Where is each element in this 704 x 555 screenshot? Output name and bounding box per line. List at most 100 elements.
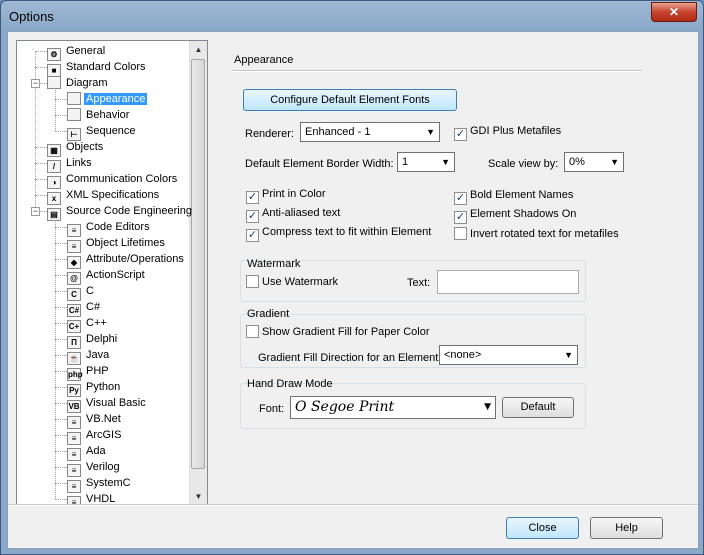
tree-item-label: Source Code Engineering xyxy=(66,205,192,217)
renderer-value: Enhanced - 1 xyxy=(305,126,371,138)
checkbox-label: Element Shadows On xyxy=(470,208,577,220)
tree-item-label: Object Lifetimes xyxy=(86,237,165,249)
tree-item-visual-basic[interactable]: VB Visual Basic xyxy=(67,395,148,413)
diagram-collapse-toggle[interactable]: − xyxy=(31,79,40,88)
tree-item-label: ArcGIS xyxy=(86,429,122,441)
tree-item-label: VB.Net xyxy=(86,413,121,425)
close-button[interactable]: Close xyxy=(506,517,579,539)
options-tree[interactable]: ▲ ▼ ⚙ General ■ Standard Colors Diagram Appea… xyxy=(16,40,208,506)
tree-item-label: SystemC xyxy=(86,477,131,489)
print-in-color-checkbox[interactable]: ✓ Print in Color xyxy=(246,187,326,204)
configure-fonts-button[interactable]: Configure Default Element Fonts xyxy=(243,89,457,111)
panel-title-divider xyxy=(232,70,642,72)
checkbox-box: ✓ xyxy=(246,229,259,242)
checkbox-box: ✓ xyxy=(454,211,467,224)
border-width-select[interactable]: 1 ▼ xyxy=(397,152,455,172)
title-bar[interactable]: Options ✕ xyxy=(1,1,703,31)
tree-item-verilog[interactable]: ≡ Verilog xyxy=(67,459,122,477)
tree-item-c-[interactable]: C# C# xyxy=(67,299,102,317)
checkbox-box xyxy=(246,275,259,288)
gradient-group-title: Gradient xyxy=(247,308,290,320)
close-icon: ✕ xyxy=(668,5,680,19)
checkbox-label: Show Gradient Fill for Paper Color xyxy=(262,326,430,338)
tree-item-delphi[interactable]: Π Delphi xyxy=(67,331,119,349)
tree-item-behavior[interactable]: Behavior xyxy=(67,107,131,123)
panel-title: Appearance xyxy=(234,54,294,66)
tree-scrollbar[interactable]: ▲ ▼ xyxy=(189,41,207,505)
hand-draw-font-select[interactable]: O Segoe Print ▼ xyxy=(290,396,496,419)
window-close-button[interactable]: ✕ xyxy=(651,2,697,22)
renderer-select[interactable]: Enhanced - 1 ▼ xyxy=(300,122,440,142)
tree-branch-line xyxy=(35,195,47,196)
source-code-icon: ▤ xyxy=(47,208,61,221)
watermark-text-input[interactable] xyxy=(437,270,579,294)
tree-item-label: Verilog xyxy=(86,461,120,473)
tree-item-attribute-operations[interactable]: ◆ Attribute/Operations xyxy=(67,251,186,269)
tree-item-vb-net[interactable]: ≡ VB.Net xyxy=(67,411,123,429)
gradient-direction-select[interactable]: <none> ▼ xyxy=(439,345,578,365)
tree-item-links[interactable]: / Links xyxy=(47,155,94,173)
window-title: Options xyxy=(9,9,54,24)
tree-item-c-[interactable]: C+ C++ xyxy=(67,315,109,333)
bold-names-checkbox[interactable]: ✓ Bold Element Names xyxy=(454,188,573,205)
diagram-icon xyxy=(47,76,61,89)
checkbox-box xyxy=(246,325,259,338)
scale-view-value: 0% xyxy=(569,156,585,168)
tree-item-sequence[interactable]: ⊢ Sequence xyxy=(67,123,138,141)
invert-rotated-checkbox[interactable]: Invert rotated text for metafiles xyxy=(454,227,619,243)
scale-view-label: Scale view by: xyxy=(488,158,559,170)
tree-item-label: Visual Basic xyxy=(86,397,146,409)
tree-item-php[interactable]: php PHP xyxy=(67,363,111,381)
checkbox-label: Use Watermark xyxy=(262,276,338,288)
scroll-down-arrow[interactable]: ▼ xyxy=(190,488,207,505)
tree-item-standard-colors[interactable]: ■ Standard Colors xyxy=(47,59,148,77)
anti-aliased-checkbox[interactable]: ✓ Anti-aliased text xyxy=(246,206,341,223)
tree-item-source-code-engineering[interactable]: ▤ Source Code Engineering xyxy=(47,203,194,221)
tree-item-label: Appearance xyxy=(84,93,148,105)
checkbox-label: Anti-aliased text xyxy=(262,207,341,219)
appearance-icon xyxy=(67,92,81,105)
tree-item-c[interactable]: CC xyxy=(67,283,96,301)
tree-item-label: C# xyxy=(86,301,101,313)
tree-item-xml-specifications[interactable]: x XML Specifications xyxy=(47,187,161,205)
hand-draw-default-button[interactable]: Default xyxy=(502,397,574,418)
tree-item-java[interactable]: ☕ Java xyxy=(67,347,111,365)
tree-item-general[interactable]: ⚙ General xyxy=(47,43,107,61)
hand-draw-font-value: Segoe Print xyxy=(310,399,395,415)
tree-item-label: Attribute/Operations xyxy=(86,253,184,265)
help-button[interactable]: Help xyxy=(590,517,663,539)
tree-item-ada[interactable]: ≡ Ada xyxy=(67,443,108,461)
tree-item-diagram[interactable]: Diagram xyxy=(47,75,110,91)
element-shadows-checkbox[interactable]: ✓ Element Shadows On xyxy=(454,207,577,224)
tree-item-label: Links xyxy=(66,157,92,169)
scroll-up-arrow[interactable]: ▲ xyxy=(190,41,207,58)
tree-item-systemc[interactable]: ≡ SystemC xyxy=(67,475,133,493)
tree-item-actionscript[interactable]: @ ActionScript xyxy=(67,267,147,285)
tree-item-label: C++ xyxy=(86,317,107,329)
tree-item-communication-colors[interactable]: ◑ Communication Colors xyxy=(47,171,179,189)
tree-item-objects[interactable]: ▦ Objects xyxy=(47,139,105,157)
gdi-plus-checkbox[interactable]: ✓ GDI Plus Metafiles xyxy=(454,124,561,141)
tree-branch-line xyxy=(35,67,47,68)
tree-item-arcgis[interactable]: ≡ ArcGIS xyxy=(67,427,123,445)
tree-item-python[interactable]: Py Python xyxy=(67,379,122,397)
tree-item-code-editors[interactable]: ≡ Code Editors xyxy=(67,219,152,237)
chevron-down-icon: ▼ xyxy=(484,402,491,412)
dialog-client-area: ▲ ▼ ⚙ General ■ Standard Colors Diagram Appea… xyxy=(7,31,699,549)
tree-branch-line xyxy=(35,51,47,52)
footer-divider xyxy=(8,504,698,506)
use-watermark-checkbox[interactable]: Use Watermark xyxy=(246,275,338,291)
chevron-down-icon: ▼ xyxy=(610,157,619,167)
scroll-thumb[interactable] xyxy=(191,59,205,469)
checkbox-label: Print in Color xyxy=(262,188,326,200)
scale-view-select[interactable]: 0% ▼ xyxy=(564,152,624,172)
tree-branch-line xyxy=(35,147,47,148)
show-gradient-checkbox[interactable]: Show Gradient Fill for Paper Color xyxy=(246,325,430,341)
border-width-value: 1 xyxy=(402,156,409,168)
source-code-collapse-toggle[interactable]: − xyxy=(31,207,40,216)
tree-item-object-lifetimes[interactable]: ≡ Object Lifetimes xyxy=(67,235,167,253)
gradient-direction-label: Gradient Fill Direction for an Element: xyxy=(258,352,442,364)
tree-item-appearance[interactable]: Appearance xyxy=(67,91,148,107)
compress-text-checkbox[interactable]: ✓ Compress text to fit within Element xyxy=(246,225,431,242)
chevron-down-icon: ▼ xyxy=(441,157,450,167)
